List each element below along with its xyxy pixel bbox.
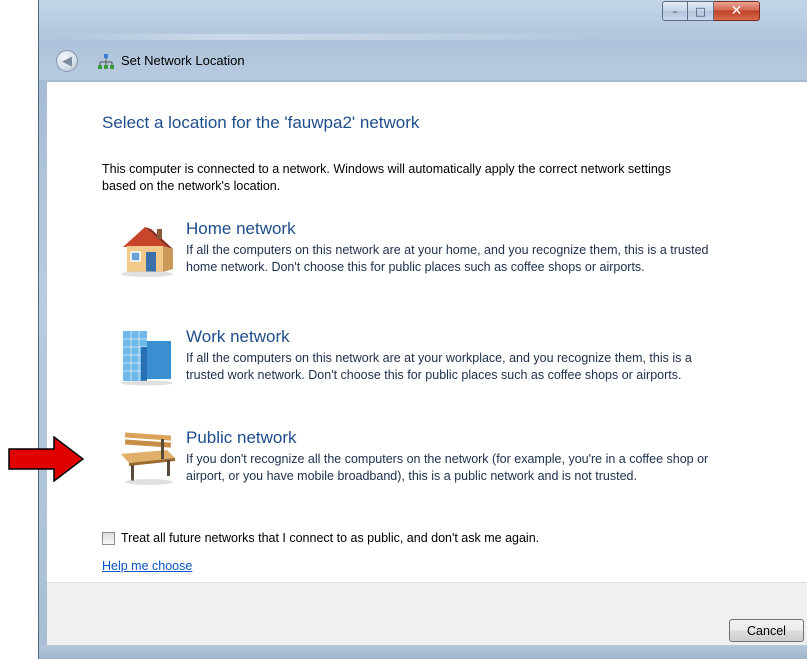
home-network-title: Home network (186, 219, 296, 238)
park-bench-icon (121, 432, 175, 485)
minimize-icon: – (672, 4, 678, 18)
public-network-title: Public network (186, 428, 297, 447)
background-window-title-blur (59, 34, 599, 40)
maximize-icon: □ (695, 4, 706, 18)
caption-buttons: – □ ✕ (662, 1, 760, 23)
public-network-description: If you don't recognize all the computers… (186, 452, 709, 483)
cancel-button[interactable]: Cancel (729, 619, 804, 642)
intro-text: This computer is connected to a network.… (102, 162, 671, 193)
dialog-footer: Cancel (47, 582, 807, 645)
public-network-option[interactable]: Public network If you don't recognize al… (117, 428, 737, 523)
set-network-location-window: ◀ Set Network Location – □ ✕ Select a lo… (38, 0, 807, 659)
treat-public-checkbox-row[interactable]: Treat all future networks that I connect… (102, 531, 539, 545)
office-building-icon (121, 331, 173, 386)
window-title: Set Network Location (121, 53, 245, 68)
page-heading: Select a location for the 'fauwpa2' netw… (102, 113, 420, 132)
back-arrow-icon[interactable]: ◀ (56, 50, 78, 72)
treat-public-label: Treat all future networks that I connect… (121, 531, 540, 545)
red-arrow-annotation-icon (8, 436, 84, 482)
treat-public-checkbox[interactable] (102, 531, 115, 545)
window-bottom-border (39, 645, 807, 659)
work-network-title: Work network (186, 327, 290, 346)
work-network-description: If all the computers on this network are… (186, 351, 692, 382)
close-icon: ✕ (730, 3, 743, 19)
maximize-button[interactable]: □ (688, 1, 714, 21)
network-icon (98, 54, 114, 69)
house-icon (121, 227, 173, 277)
close-button[interactable]: ✕ (714, 1, 760, 21)
help-me-choose-link[interactable]: Help me choose (102, 559, 192, 573)
dialog-content: Select a location for the 'fauwpa2' netw… (47, 82, 807, 582)
title-bar[interactable]: ◀ Set Network Location – □ ✕ (39, 0, 807, 80)
work-network-option[interactable]: Work network If all the computers on thi… (117, 327, 737, 422)
home-network-description: If all the computers on this network are… (186, 243, 709, 274)
minimize-button[interactable]: – (662, 1, 688, 21)
home-network-option[interactable]: Home network If all the computers on thi… (117, 219, 737, 314)
